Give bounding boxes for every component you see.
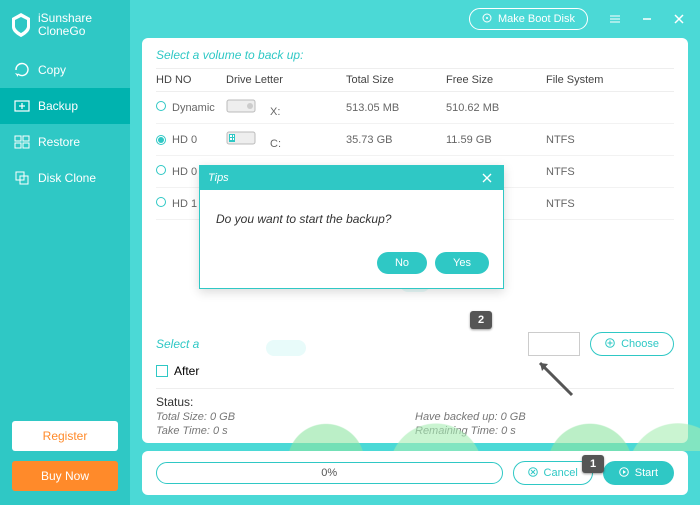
table-header: HD NO Drive Letter Total Size Free Size … (156, 68, 674, 92)
sidebar-label: Disk Clone (38, 171, 96, 185)
choose-label: Choose (621, 338, 659, 350)
radio-icon[interactable] (156, 165, 166, 175)
nav: Copy Backup Restore Disk Clone (0, 52, 130, 196)
start-label: Start (635, 467, 658, 479)
col-drive: Drive Letter (226, 74, 346, 86)
play-icon (619, 467, 629, 480)
cell: 510.62 MB (446, 102, 546, 114)
dialog-message: Do you want to start the backup? (200, 190, 503, 242)
cell: NTFS (546, 134, 626, 146)
sidebar-item-restore[interactable]: Restore (0, 124, 130, 160)
dialog-titlebar[interactable]: Tips (200, 166, 503, 190)
restore-icon (14, 134, 30, 150)
col-total: Total Size (346, 74, 446, 86)
sidebar: iSunshare CloneGo Copy Backup Restore Di… (0, 0, 130, 505)
cell: 35.73 GB (346, 134, 446, 146)
sidebar-item-copy[interactable]: Copy (0, 52, 130, 88)
col-free: Free Size (446, 74, 546, 86)
buy-now-button[interactable]: Buy Now (12, 461, 118, 491)
start-button[interactable]: Start (603, 461, 674, 485)
status-take: Take Time: 0 s (156, 425, 415, 437)
brand-line2: CloneGo (38, 25, 92, 38)
make-boot-disk-button[interactable]: Make Boot Disk (469, 8, 588, 30)
progress-bar: 0% (156, 462, 503, 484)
status-total: Total Size: 0 GB (156, 411, 415, 423)
choose-button[interactable]: Choose (590, 332, 674, 356)
drive-icon (226, 97, 264, 115)
brand: iSunshare CloneGo (0, 0, 130, 52)
col-fs: File System (546, 74, 626, 86)
radio-icon[interactable] (156, 101, 166, 111)
titlebar: Make Boot Disk (130, 0, 700, 38)
cell: 11.59 GB (446, 134, 546, 146)
sidebar-item-backup[interactable]: Backup (0, 88, 130, 124)
cell: NTFS (546, 198, 626, 210)
cancel-icon (528, 467, 538, 480)
plus-icon (605, 338, 615, 351)
cell: X: (270, 106, 280, 118)
brand-logo-icon (10, 12, 32, 38)
cell: Dynamic (172, 102, 215, 114)
checkbox-icon[interactable] (156, 365, 168, 377)
disk-icon (482, 13, 492, 26)
dialog-footer: No Yes (200, 242, 503, 288)
diskclone-icon (14, 170, 30, 186)
after-label: After (174, 364, 199, 378)
copy-icon (14, 62, 30, 78)
cancel-label: Cancel (544, 467, 578, 479)
brand-text: iSunshare CloneGo (38, 12, 92, 38)
callout-1: 1 (582, 455, 604, 473)
callout-2: 2 (470, 311, 492, 329)
cancel-button[interactable]: Cancel (513, 461, 593, 485)
select-volume-title: Select a volume to back up: (156, 48, 674, 62)
tips-dialog: Tips Do you want to start the backup? No… (199, 165, 504, 289)
menu-button[interactable] (600, 4, 630, 34)
cell: HD 0 (172, 134, 197, 146)
sidebar-item-diskclone[interactable]: Disk Clone (0, 160, 130, 196)
dialog-close-button[interactable] (479, 170, 495, 186)
status-backed: Have backed up: 0 GB (415, 411, 674, 423)
col-hd: HD NO (156, 74, 226, 86)
sidebar-label: Restore (38, 135, 80, 149)
progress-label: 0% (321, 467, 337, 479)
dialog-yes-button[interactable]: Yes (435, 252, 489, 274)
register-button[interactable]: Register (12, 421, 118, 451)
after-checkbox-row[interactable]: After (156, 364, 674, 378)
annotation-arrow-icon (530, 355, 580, 405)
status-title: Status: (156, 395, 674, 409)
bottom-bar: 0% Cancel Start (142, 451, 688, 495)
select-dest-label: Select a (156, 337, 199, 351)
cell: HD 0 (172, 166, 197, 178)
drive-icon (226, 129, 264, 147)
backup-icon (14, 98, 30, 114)
dialog-no-button[interactable]: No (377, 252, 427, 274)
sidebar-label: Backup (38, 99, 78, 113)
cell: NTFS (546, 166, 626, 178)
make-boot-label: Make Boot Disk (498, 13, 575, 25)
minimize-button[interactable] (632, 4, 662, 34)
cell: C: (270, 138, 281, 150)
table-row[interactable]: HD 0 C: 35.73 GB 11.59 GB NTFS (156, 124, 674, 156)
close-button[interactable] (664, 4, 694, 34)
cell: 513.05 MB (346, 102, 446, 114)
status-section: Status: Total Size: 0 GB Take Time: 0 s … (156, 388, 674, 437)
table-row[interactable]: Dynamic X: 513.05 MB 510.62 MB (156, 92, 674, 124)
radio-icon[interactable] (156, 135, 166, 145)
status-remain: Remaining Time: 0 s (415, 425, 674, 437)
destination-input[interactable] (528, 332, 580, 356)
radio-icon[interactable] (156, 197, 166, 207)
sidebar-label: Copy (38, 63, 66, 77)
cell: HD 1 (172, 198, 197, 210)
destination-row: Select a Choose (156, 332, 674, 356)
dialog-title: Tips (208, 172, 229, 184)
